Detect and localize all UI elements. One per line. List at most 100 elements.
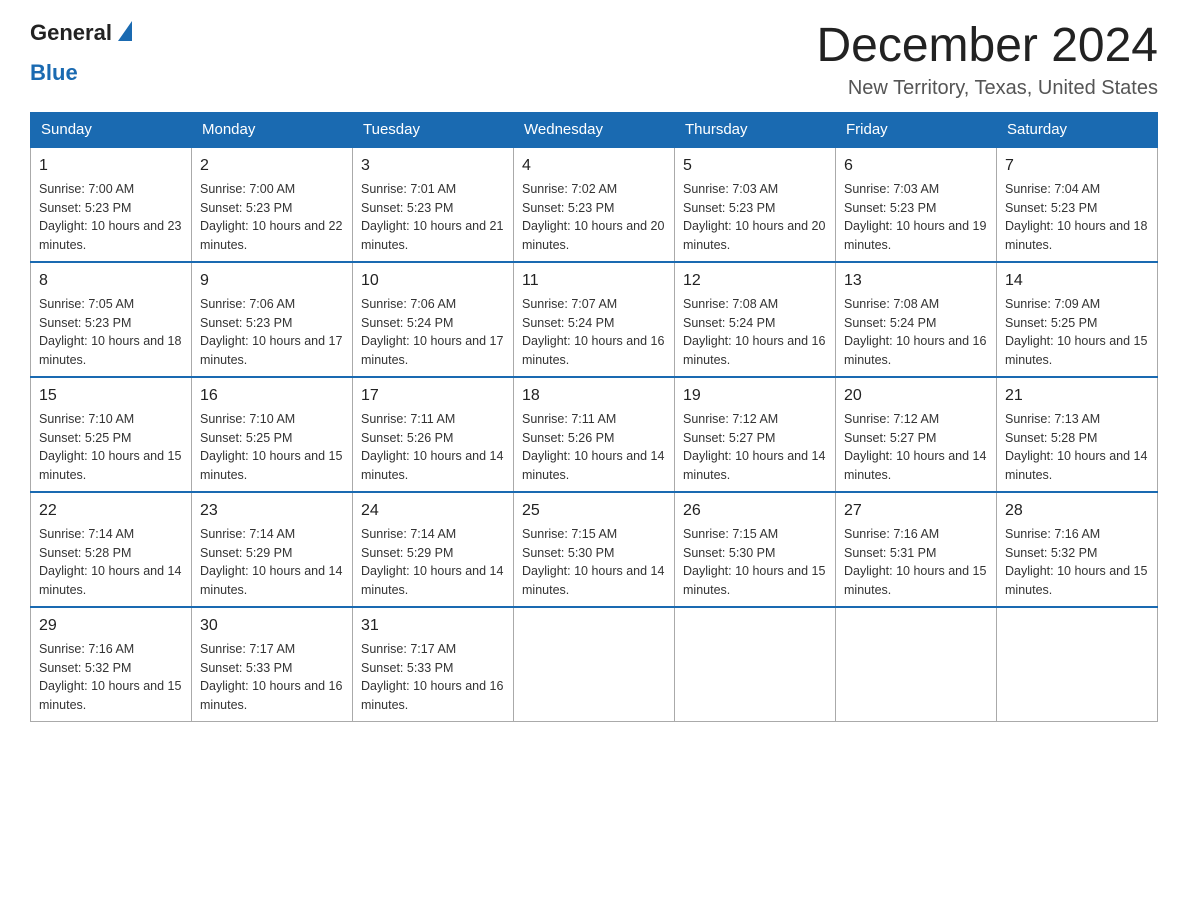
calendar-cell: 29 Sunrise: 7:16 AMSunset: 5:32 PMDaylig… — [31, 607, 192, 722]
day-number: 29 — [39, 614, 183, 638]
day-info: Sunrise: 7:14 AMSunset: 5:29 PMDaylight:… — [361, 525, 505, 600]
day-number: 1 — [39, 154, 183, 178]
day-number: 3 — [361, 154, 505, 178]
day-number: 12 — [683, 269, 827, 293]
day-number: 17 — [361, 384, 505, 408]
day-info: Sunrise: 7:11 AMSunset: 5:26 PMDaylight:… — [522, 410, 666, 485]
calendar-cell: 18 Sunrise: 7:11 AMSunset: 5:26 PMDaylig… — [514, 377, 675, 492]
day-number: 23 — [200, 499, 344, 523]
day-number: 10 — [361, 269, 505, 293]
day-info: Sunrise: 7:08 AMSunset: 5:24 PMDaylight:… — [844, 295, 988, 370]
calendar-cell: 22 Sunrise: 7:14 AMSunset: 5:28 PMDaylig… — [31, 492, 192, 607]
week-row-3: 15 Sunrise: 7:10 AMSunset: 5:25 PMDaylig… — [31, 377, 1158, 492]
day-info: Sunrise: 7:02 AMSunset: 5:23 PMDaylight:… — [522, 180, 666, 255]
day-info: Sunrise: 7:09 AMSunset: 5:25 PMDaylight:… — [1005, 295, 1149, 370]
day-info: Sunrise: 7:00 AMSunset: 5:23 PMDaylight:… — [200, 180, 344, 255]
calendar-cell: 19 Sunrise: 7:12 AMSunset: 5:27 PMDaylig… — [675, 377, 836, 492]
calendar-cell: 8 Sunrise: 7:05 AMSunset: 5:23 PMDayligh… — [31, 262, 192, 377]
day-number: 28 — [1005, 499, 1149, 523]
calendar-table: SundayMondayTuesdayWednesdayThursdayFrid… — [30, 112, 1158, 722]
day-info: Sunrise: 7:11 AMSunset: 5:26 PMDaylight:… — [361, 410, 505, 485]
calendar-cell: 9 Sunrise: 7:06 AMSunset: 5:23 PMDayligh… — [192, 262, 353, 377]
day-info: Sunrise: 7:16 AMSunset: 5:32 PMDaylight:… — [39, 640, 183, 715]
day-info: Sunrise: 7:06 AMSunset: 5:24 PMDaylight:… — [361, 295, 505, 370]
calendar-cell: 15 Sunrise: 7:10 AMSunset: 5:25 PMDaylig… — [31, 377, 192, 492]
calendar-header-monday: Monday — [192, 112, 353, 147]
week-row-1: 1 Sunrise: 7:00 AMSunset: 5:23 PMDayligh… — [31, 147, 1158, 262]
day-number: 27 — [844, 499, 988, 523]
day-info: Sunrise: 7:05 AMSunset: 5:23 PMDaylight:… — [39, 295, 183, 370]
title-block: December 2024 New Territory, Texas, Unit… — [816, 20, 1158, 100]
day-number: 30 — [200, 614, 344, 638]
calendar-header-thursday: Thursday — [675, 112, 836, 147]
calendar-cell: 26 Sunrise: 7:15 AMSunset: 5:30 PMDaylig… — [675, 492, 836, 607]
page-subtitle: New Territory, Texas, United States — [816, 77, 1158, 100]
day-number: 2 — [200, 154, 344, 178]
day-info: Sunrise: 7:07 AMSunset: 5:24 PMDaylight:… — [522, 295, 666, 370]
logo-triangle-icon — [118, 21, 132, 41]
calendar-cell: 3 Sunrise: 7:01 AMSunset: 5:23 PMDayligh… — [353, 147, 514, 262]
calendar-header-row: SundayMondayTuesdayWednesdayThursdayFrid… — [31, 112, 1158, 147]
calendar-cell: 24 Sunrise: 7:14 AMSunset: 5:29 PMDaylig… — [353, 492, 514, 607]
logo: General — [30, 20, 136, 46]
calendar-cell: 30 Sunrise: 7:17 AMSunset: 5:33 PMDaylig… — [192, 607, 353, 722]
calendar-cell: 17 Sunrise: 7:11 AMSunset: 5:26 PMDaylig… — [353, 377, 514, 492]
day-info: Sunrise: 7:15 AMSunset: 5:30 PMDaylight:… — [522, 525, 666, 600]
calendar-header-sunday: Sunday — [31, 112, 192, 147]
calendar-header-wednesday: Wednesday — [514, 112, 675, 147]
day-number: 8 — [39, 269, 183, 293]
day-number: 26 — [683, 499, 827, 523]
day-number: 19 — [683, 384, 827, 408]
day-info: Sunrise: 7:14 AMSunset: 5:29 PMDaylight:… — [200, 525, 344, 600]
day-number: 24 — [361, 499, 505, 523]
day-info: Sunrise: 7:03 AMSunset: 5:23 PMDaylight:… — [683, 180, 827, 255]
day-number: 9 — [200, 269, 344, 293]
day-number: 31 — [361, 614, 505, 638]
day-number: 11 — [522, 269, 666, 293]
calendar-cell: 28 Sunrise: 7:16 AMSunset: 5:32 PMDaylig… — [997, 492, 1158, 607]
week-row-2: 8 Sunrise: 7:05 AMSunset: 5:23 PMDayligh… — [31, 262, 1158, 377]
day-number: 5 — [683, 154, 827, 178]
day-info: Sunrise: 7:13 AMSunset: 5:28 PMDaylight:… — [1005, 410, 1149, 485]
day-info: Sunrise: 7:12 AMSunset: 5:27 PMDaylight:… — [844, 410, 988, 485]
day-number: 22 — [39, 499, 183, 523]
calendar-cell — [836, 607, 997, 722]
calendar-header-friday: Friday — [836, 112, 997, 147]
day-info: Sunrise: 7:06 AMSunset: 5:23 PMDaylight:… — [200, 295, 344, 370]
calendar-cell: 5 Sunrise: 7:03 AMSunset: 5:23 PMDayligh… — [675, 147, 836, 262]
calendar-cell: 7 Sunrise: 7:04 AMSunset: 5:23 PMDayligh… — [997, 147, 1158, 262]
day-info: Sunrise: 7:16 AMSunset: 5:32 PMDaylight:… — [1005, 525, 1149, 600]
day-info: Sunrise: 7:04 AMSunset: 5:23 PMDaylight:… — [1005, 180, 1149, 255]
day-info: Sunrise: 7:03 AMSunset: 5:23 PMDaylight:… — [844, 180, 988, 255]
calendar-header-saturday: Saturday — [997, 112, 1158, 147]
day-number: 21 — [1005, 384, 1149, 408]
day-number: 13 — [844, 269, 988, 293]
calendar-cell: 31 Sunrise: 7:17 AMSunset: 5:33 PMDaylig… — [353, 607, 514, 722]
calendar-cell: 25 Sunrise: 7:15 AMSunset: 5:30 PMDaylig… — [514, 492, 675, 607]
day-info: Sunrise: 7:00 AMSunset: 5:23 PMDaylight:… — [39, 180, 183, 255]
calendar-header-tuesday: Tuesday — [353, 112, 514, 147]
calendar-cell: 1 Sunrise: 7:00 AMSunset: 5:23 PMDayligh… — [31, 147, 192, 262]
calendar-cell: 11 Sunrise: 7:07 AMSunset: 5:24 PMDaylig… — [514, 262, 675, 377]
day-number: 15 — [39, 384, 183, 408]
week-row-5: 29 Sunrise: 7:16 AMSunset: 5:32 PMDaylig… — [31, 607, 1158, 722]
day-number: 4 — [522, 154, 666, 178]
day-info: Sunrise: 7:16 AMSunset: 5:31 PMDaylight:… — [844, 525, 988, 600]
day-info: Sunrise: 7:01 AMSunset: 5:23 PMDaylight:… — [361, 180, 505, 255]
calendar-cell: 21 Sunrise: 7:13 AMSunset: 5:28 PMDaylig… — [997, 377, 1158, 492]
page-title: December 2024 — [816, 20, 1158, 73]
calendar-cell: 13 Sunrise: 7:08 AMSunset: 5:24 PMDaylig… — [836, 262, 997, 377]
day-number: 14 — [1005, 269, 1149, 293]
calendar-cell: 6 Sunrise: 7:03 AMSunset: 5:23 PMDayligh… — [836, 147, 997, 262]
day-number: 20 — [844, 384, 988, 408]
day-number: 16 — [200, 384, 344, 408]
day-info: Sunrise: 7:12 AMSunset: 5:27 PMDaylight:… — [683, 410, 827, 485]
calendar-cell — [997, 607, 1158, 722]
calendar-cell: 23 Sunrise: 7:14 AMSunset: 5:29 PMDaylig… — [192, 492, 353, 607]
day-number: 25 — [522, 499, 666, 523]
calendar-cell: 4 Sunrise: 7:02 AMSunset: 5:23 PMDayligh… — [514, 147, 675, 262]
calendar-cell: 2 Sunrise: 7:00 AMSunset: 5:23 PMDayligh… — [192, 147, 353, 262]
logo-general-text: General — [30, 20, 112, 46]
day-info: Sunrise: 7:08 AMSunset: 5:24 PMDaylight:… — [683, 295, 827, 370]
day-number: 6 — [844, 154, 988, 178]
